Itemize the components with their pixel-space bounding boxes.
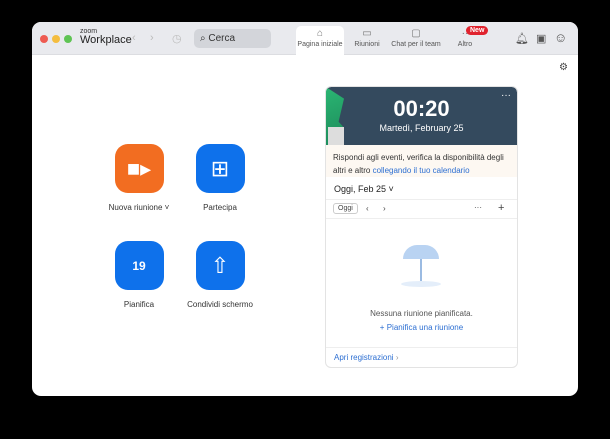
- search-input[interactable]: ⌕ Cerca: [194, 29, 271, 48]
- share-screen-action[interactable]: ⇧ Condividi schermo: [175, 241, 265, 309]
- chevron-right-icon: ›: [395, 353, 399, 362]
- logo: zoom Workplace: [80, 28, 132, 46]
- tab-meetings[interactable]: ▭ Riunioni: [348, 26, 386, 55]
- tab-home[interactable]: ⌂ Pagina iniziale: [296, 26, 344, 55]
- prev-icon[interactable]: ‹: [366, 204, 369, 213]
- app-window: zoom Workplace ‹ › ◷ ⌕ Cerca ⌂ Pagina iniz…: [32, 22, 578, 396]
- bell-icon[interactable]: 🔔︎: [515, 32, 529, 45]
- tab-team-chat[interactable]: ▢ Chat per il team: [388, 26, 444, 55]
- calendar-day: 19: [132, 258, 146, 273]
- today-button[interactable]: Oggi: [333, 203, 358, 214]
- join-action[interactable]: ⊞ Partecipa: [175, 144, 265, 212]
- action-label: Nuova riunione: [108, 203, 163, 212]
- calendar-toolbar: Oggi ‹ › ··· +: [326, 200, 517, 219]
- tab-label: Riunioni: [354, 41, 380, 48]
- schedule-action[interactable]: 19 Pianifica: [94, 241, 184, 309]
- title-bar: zoom Workplace ‹ › ◷ ⌕ Cerca ⌂ Pagina iniz…: [32, 22, 578, 55]
- video-camera-icon[interactable]: ■▸: [114, 144, 164, 193]
- day-select[interactable]: Oggi, Feb 25 ˅: [326, 177, 517, 200]
- minimize-button[interactable]: [52, 35, 60, 43]
- tab-label: Altro: [457, 41, 473, 48]
- chat-icon: ▢: [411, 28, 421, 39]
- clock-banner: 00:20 Martedì, February 25 ···: [326, 87, 517, 145]
- avatar[interactable]: ☺: [554, 30, 567, 45]
- gear-icon[interactable]: ⚙: [559, 62, 568, 73]
- schedule-link-label: Pianifica una riunione: [386, 323, 464, 332]
- tab-label: Chat per il team: [391, 41, 441, 48]
- action-label: Partecipa: [203, 203, 237, 212]
- share-arrow-icon[interactable]: ⇧: [195, 241, 245, 290]
- new-badge: New: [466, 26, 489, 35]
- next-icon[interactable]: ›: [383, 204, 386, 213]
- day-select-label: Oggi, Feb 25: [334, 184, 387, 194]
- empty-message: Nessuna riunione pianificata.: [370, 309, 473, 318]
- maximize-button[interactable]: [64, 35, 72, 43]
- plus-icon[interactable]: ⊞: [195, 144, 245, 193]
- more-options-icon[interactable]: ···: [501, 90, 511, 101]
- home-icon: ⌂: [316, 28, 324, 39]
- clock-time: 00:20: [393, 96, 450, 121]
- forward-icon[interactable]: ›: [150, 32, 154, 44]
- calendar-info: Rispondi agli eventi, verifica la dispon…: [326, 145, 517, 177]
- calendar-icon[interactable]: 19: [114, 241, 164, 290]
- history-icon[interactable]: ◷: [172, 32, 182, 45]
- search-placeholder: Cerca: [208, 33, 236, 44]
- umbrella-illustration: [398, 245, 444, 291]
- close-button[interactable]: [40, 35, 48, 43]
- calendar-icon[interactable]: ▣: [536, 32, 546, 45]
- calendar-panel: 00:20 Martedì, February 25 ··· Rispondi ag…: [325, 86, 518, 368]
- new-meeting-action[interactable]: ■▸ Nuova riunione ˅: [94, 144, 184, 212]
- connect-calendar-link[interactable]: collegando il tuo calendario: [373, 166, 470, 175]
- schedule-meeting-link[interactable]: + Pianifica una riunione: [326, 323, 517, 332]
- action-label: Pianifica: [123, 300, 155, 309]
- more-icon[interactable]: ···: [474, 203, 482, 212]
- add-icon[interactable]: +: [498, 202, 504, 214]
- tab-label: Pagina iniziale: [297, 41, 343, 48]
- clock-date: Martedì, February 25: [379, 123, 464, 133]
- open-recordings-link[interactable]: Apri registrazioni ›: [326, 347, 517, 367]
- video-icon: ▭: [362, 28, 372, 39]
- brand-name: Workplace: [80, 34, 132, 46]
- recordings-label: Apri registrazioni: [334, 353, 394, 362]
- back-icon[interactable]: ‹: [132, 32, 136, 44]
- action-label: Condividi schermo: [187, 300, 253, 309]
- chevron-down-icon: ˅: [388, 184, 394, 194]
